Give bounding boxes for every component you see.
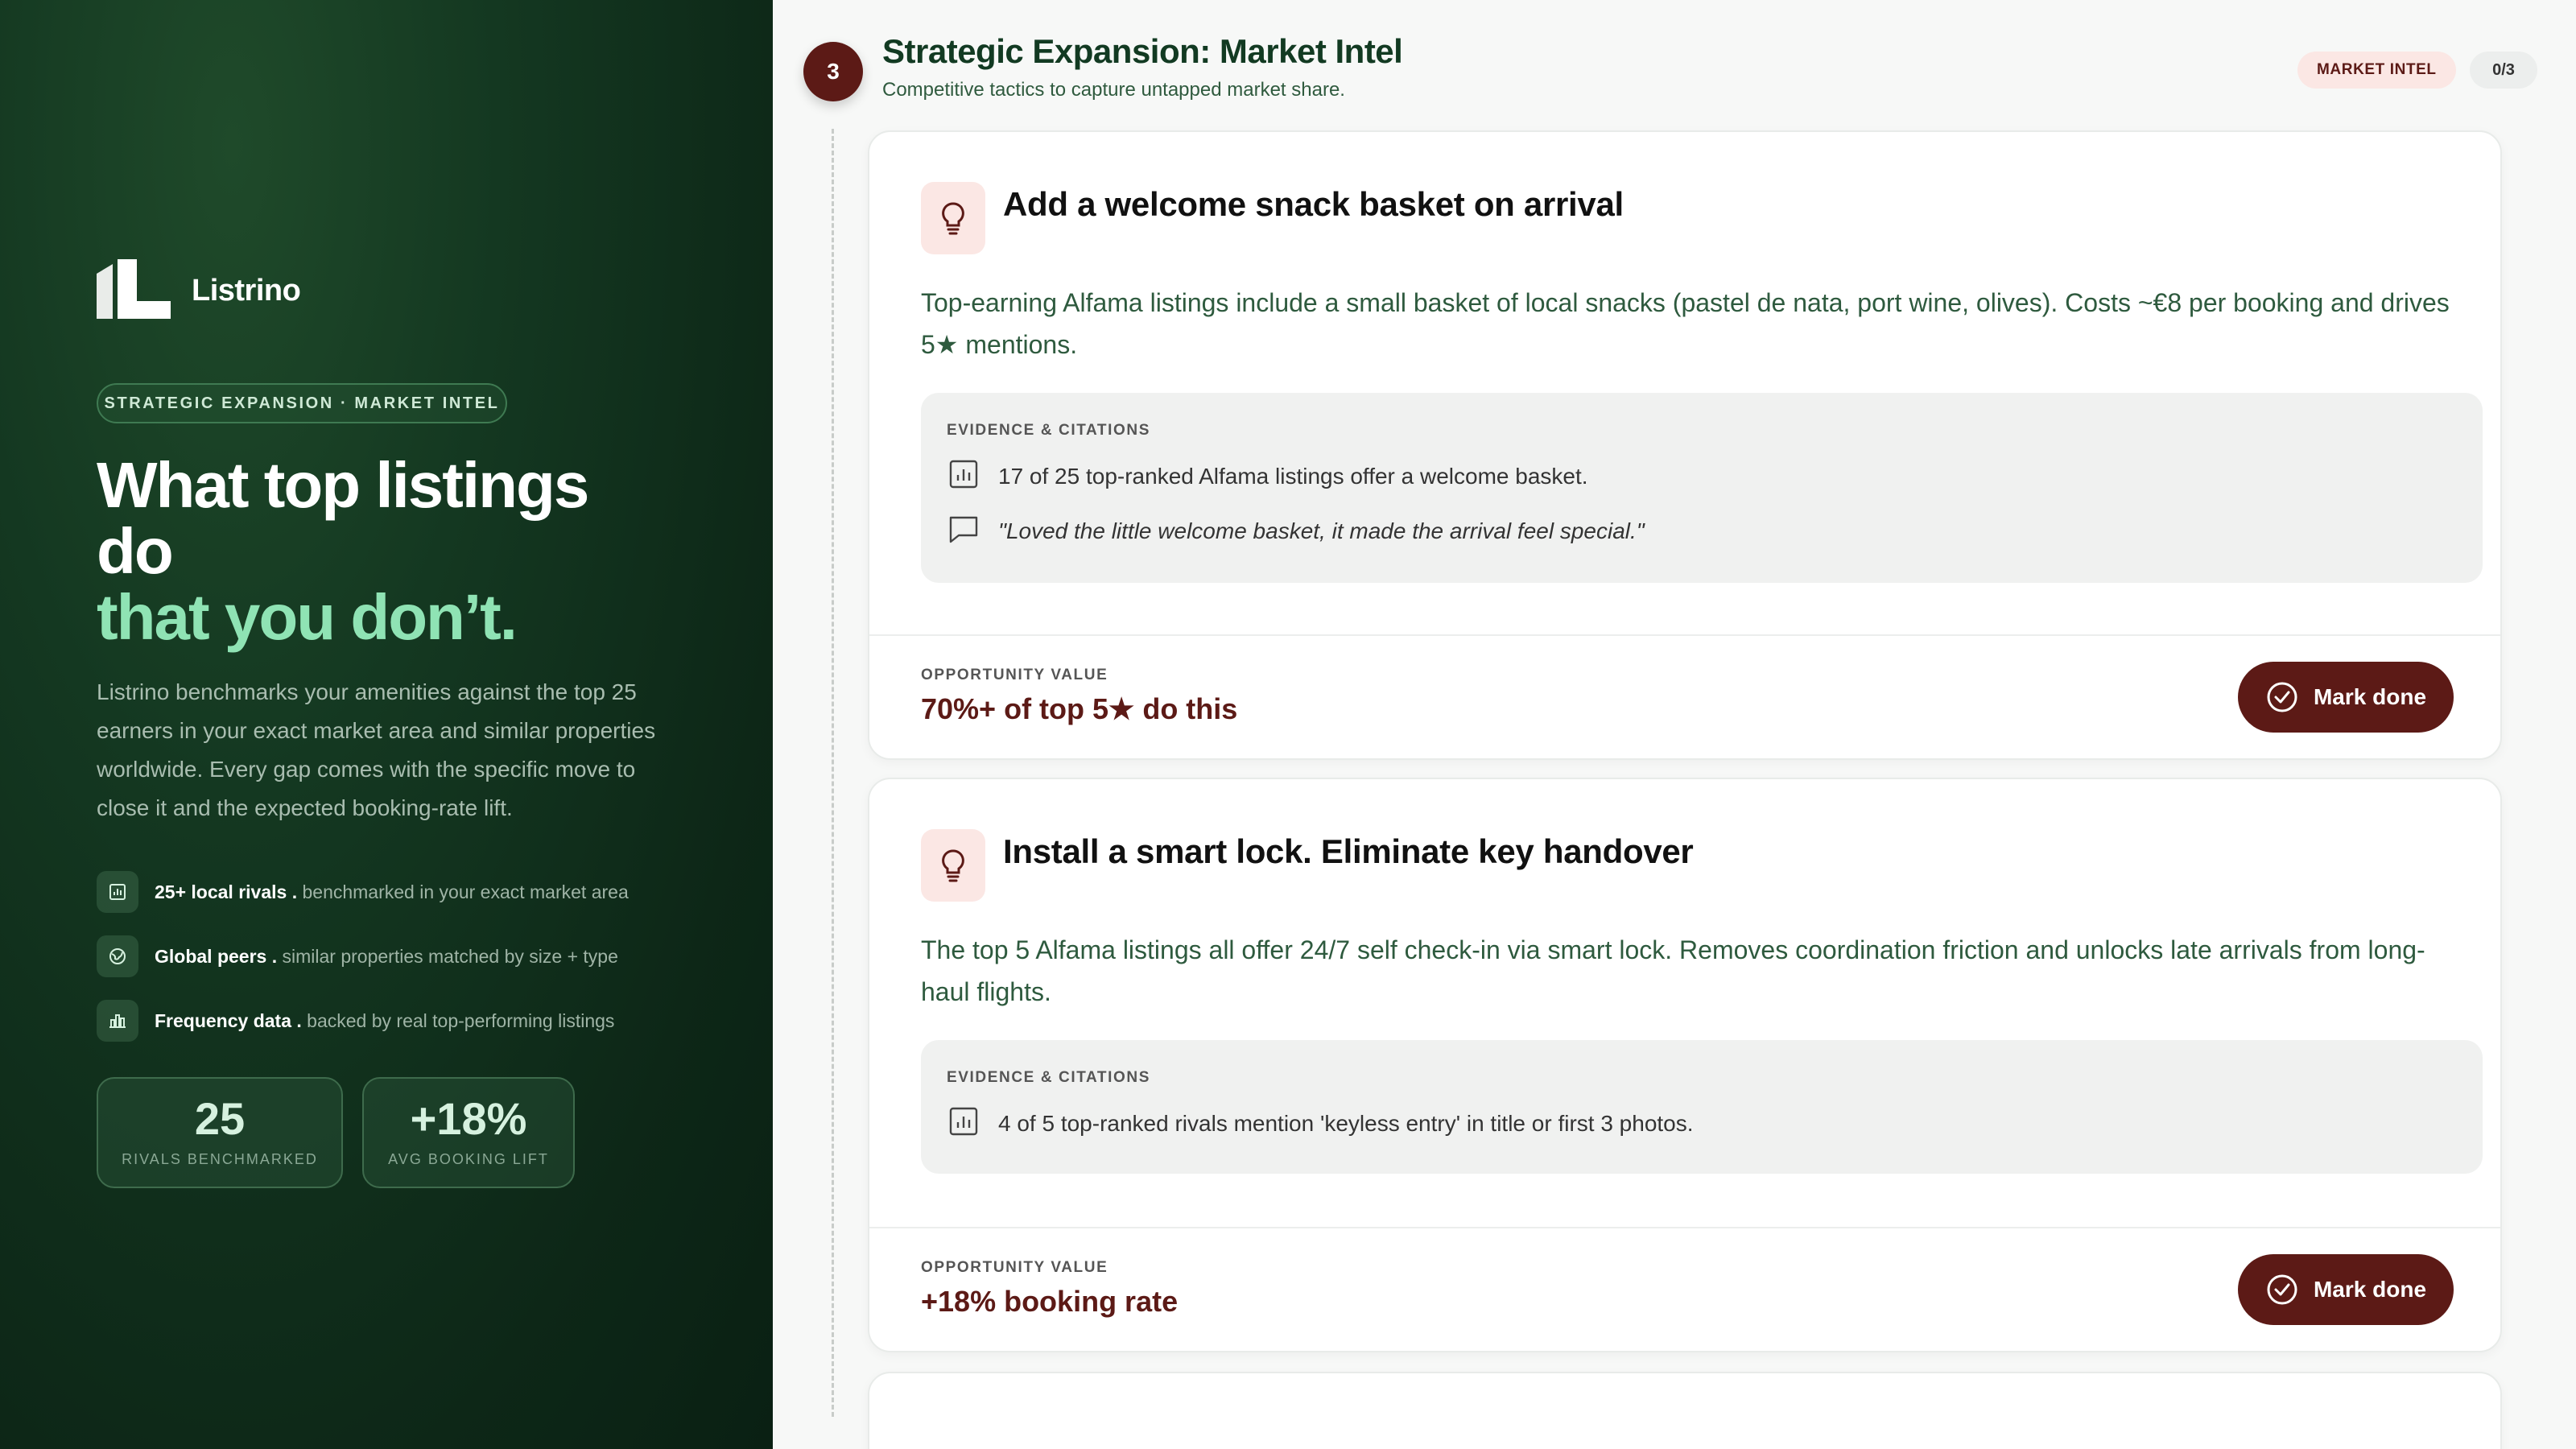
check-circle-icon: [2267, 1274, 2297, 1305]
brand[interactable]: Listrino: [97, 259, 301, 323]
hero-line-1: What top listings: [97, 449, 589, 521]
brand-name: Listrino: [192, 274, 301, 308]
stat-value: 25: [194, 1093, 246, 1144]
card-title: Add a welcome snack basket on arrival: [1003, 185, 1624, 223]
comment-icon: [947, 512, 980, 550]
logo-icon: [97, 259, 171, 323]
evidence-quote: "Loved the little welcome basket, it mad…: [998, 518, 1645, 543]
feature-text: 25+ local rivals . benchmarked in your e…: [155, 881, 629, 902]
chart-icon: [947, 1104, 980, 1142]
opportunity-value: +18% booking rate: [921, 1285, 1179, 1318]
stat-booking-lift: +18% AVG BOOKING LIFT: [362, 1077, 575, 1188]
category-pill: STRATEGIC EXPANSION · MARKET INTEL: [97, 383, 507, 423]
evidence-text: 4 of 5 top-ranked rivals mention 'keyles…: [998, 1110, 1694, 1136]
step-number: 3: [803, 42, 863, 101]
evidence-header: EVIDENCE & CITATIONS: [947, 422, 1150, 439]
feature-global-peers: Global peers . similar properties matche…: [97, 935, 618, 977]
evidence-item: 17 of 25 top-ranked Alfama listings offe…: [947, 457, 1588, 495]
stat-rivals: 25 RIVALS BENCHMARKED: [97, 1077, 343, 1188]
timeline-line: [832, 129, 834, 1417]
chart-icon: [947, 457, 980, 495]
stat-label: AVG BOOKING LIFT: [388, 1151, 549, 1167]
evidence-header: EVIDENCE & CITATIONS: [947, 1069, 1150, 1086]
tactic-card-partial: [868, 1372, 2502, 1449]
left-panel: Listrino STRATEGIC EXPANSION · MARKET IN…: [0, 0, 773, 1449]
hero-line-3: that you don’t.: [97, 581, 518, 653]
opportunity-value: 70%+ of top 5★ do this: [921, 692, 1238, 725]
feature-text: Frequency data . backed by real top-perf…: [155, 1009, 615, 1031]
card-description: Top-earning Alfama listings include a sm…: [921, 288, 2450, 359]
progress-count-badge: 0/3: [2470, 52, 2537, 89]
evidence-item: 4 of 5 top-ranked rivals mention 'keyles…: [947, 1104, 1694, 1142]
mark-done-button[interactable]: Mark done: [2238, 662, 2454, 733]
stat-label: RIVALS BENCHMARKED: [122, 1151, 318, 1167]
evidence-box: EVIDENCE & CITATIONS 4 of 5 top-ranked r…: [921, 1040, 2483, 1174]
lightbulb-icon: [921, 182, 985, 254]
bar-chart-icon: [97, 1000, 138, 1042]
mark-done-label: Mark done: [2313, 1277, 2427, 1302]
tactic-card: Install a smart lock. Eliminate key hand…: [868, 778, 2502, 1352]
section-title: Strategic Expansion: Market Intel: [882, 32, 1403, 70]
card-footer: OPPORTUNITY VALUE 70%+ of top 5★ do this…: [869, 634, 2500, 758]
opportunity-label: OPPORTUNITY VALUE: [921, 1259, 1108, 1276]
feature-frequency-data: Frequency data . backed by real top-perf…: [97, 1000, 614, 1042]
hero-heading: What top listings do that you don’t.: [97, 452, 708, 650]
evidence-item: "Loved the little welcome basket, it mad…: [947, 512, 1645, 550]
evidence-text: 17 of 25 top-ranked Alfama listings offe…: [998, 463, 1588, 489]
hero-line-2: do: [97, 515, 174, 587]
stat-value: +18%: [410, 1093, 527, 1144]
intro-text: Listrino benchmarks your amenities again…: [97, 679, 656, 820]
tactic-card: Add a welcome snack basket on arrival To…: [868, 130, 2502, 760]
evidence-box: EVIDENCE & CITATIONS 17 of 25 top-ranked…: [921, 393, 2483, 583]
globe-icon: [97, 935, 138, 977]
lightbulb-icon: [921, 829, 985, 902]
mark-done-label: Mark done: [2313, 684, 2427, 709]
card-title: Install a smart lock. Eliminate key hand…: [1003, 832, 1694, 870]
market-intel-badge: MARKET INTEL: [2297, 52, 2456, 89]
feature-text: Global peers . similar properties matche…: [155, 945, 618, 967]
section-subtitle: Competitive tactics to capture untapped …: [882, 79, 1345, 101]
mark-done-button[interactable]: Mark done: [2238, 1254, 2454, 1325]
check-circle-icon: [2267, 682, 2297, 712]
chart-icon: [97, 871, 138, 913]
right-panel: 3 Strategic Expansion: Market Intel Comp…: [773, 0, 2576, 1449]
opportunity-label: OPPORTUNITY VALUE: [921, 667, 1108, 683]
feature-local-rivals: 25+ local rivals . benchmarked in your e…: [97, 871, 629, 913]
card-description: The top 5 Alfama listings all offer 24/7…: [921, 935, 2425, 1006]
card-footer: OPPORTUNITY VALUE +18% booking rate Mark…: [869, 1227, 2500, 1351]
